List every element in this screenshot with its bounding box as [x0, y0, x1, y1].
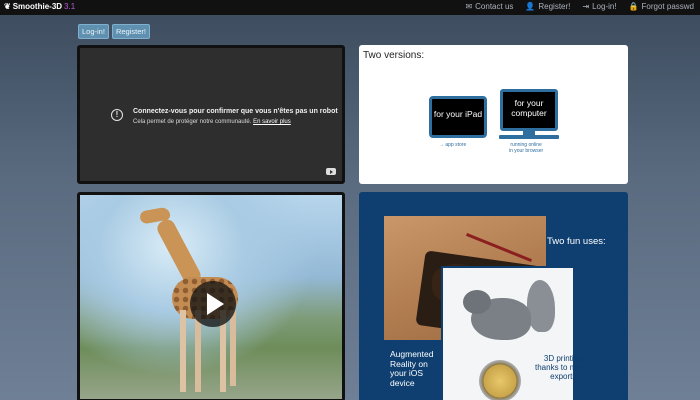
giraffe-video[interactable]	[77, 192, 345, 400]
user-icon: 👤	[525, 2, 536, 11]
print-caption: 3D printing thanks to model exports	[535, 354, 592, 381]
ar-caption: Augmented Reality on your iOS device	[390, 349, 434, 388]
two-versions-panel: Two versions: for your iPad for your com…	[359, 45, 628, 184]
ipad-caption[interactable]: → app store	[439, 142, 466, 148]
warning-icon: !	[111, 109, 123, 121]
coin	[479, 360, 521, 400]
register-button[interactable]: Register!	[111, 24, 150, 39]
play-button-icon[interactable]	[190, 281, 236, 327]
monitor-base	[499, 135, 559, 139]
nav-login[interactable]: ⇥ Log-in!	[582, 2, 616, 11]
envelope-icon: ✉	[465, 2, 473, 11]
login-button[interactable]: Log-in!	[78, 24, 109, 39]
brand-name: Smoothie-3D	[12, 2, 63, 11]
ipad-version-button[interactable]: for your iPad	[429, 96, 487, 138]
video-embed-captcha[interactable]: ! Connectez-vous pour confirmer que vous…	[77, 45, 345, 184]
nav-register[interactable]: 👤 Register!	[525, 2, 570, 11]
giraffe-leg	[180, 310, 186, 392]
computer-version-button[interactable]: for your computer	[500, 89, 558, 131]
login-icon: ⇥	[582, 2, 590, 11]
nav-links: ✉ Contact us 👤 Register! ⇥ Log-in! 🔒 Forgot …	[465, 2, 694, 11]
learn-more-link[interactable]: En savoir plus	[253, 119, 291, 125]
nav-forgot-password[interactable]: 🔒 Forgot passwd	[629, 2, 694, 11]
two-fun-uses-panel: Two fun uses: Augmented Reality on your …	[359, 192, 628, 400]
captcha-submessage: Cela permet de protéger notre communauté…	[133, 119, 291, 125]
auth-button-row: Log-in! Register!	[78, 24, 150, 39]
versions-title: Two versions:	[363, 50, 425, 61]
captcha-message: Connectez-vous pour confirmer que vous n…	[133, 108, 338, 115]
youtube-icon[interactable]	[326, 168, 336, 175]
giraffe-leg	[230, 310, 236, 386]
brand-logo[interactable]: ❦ Smoothie-3D 3.1	[4, 2, 75, 11]
nav-contact-us[interactable]: ✉ Contact us	[465, 2, 513, 11]
fun-uses-title: Two fun uses:	[547, 236, 606, 247]
squirrel-tail	[527, 280, 555, 332]
top-navbar: ❦ Smoothie-3D 3.1 ✉ Contact us 👤 Register! ⇥…	[0, 0, 700, 15]
computer-caption: running online in your browser	[509, 142, 544, 154]
leaf-icon: ❦	[4, 2, 11, 11]
brand-version: 3.1	[64, 2, 76, 11]
squirrel-head	[463, 290, 491, 314]
lock-icon: 🔒	[628, 2, 639, 11]
